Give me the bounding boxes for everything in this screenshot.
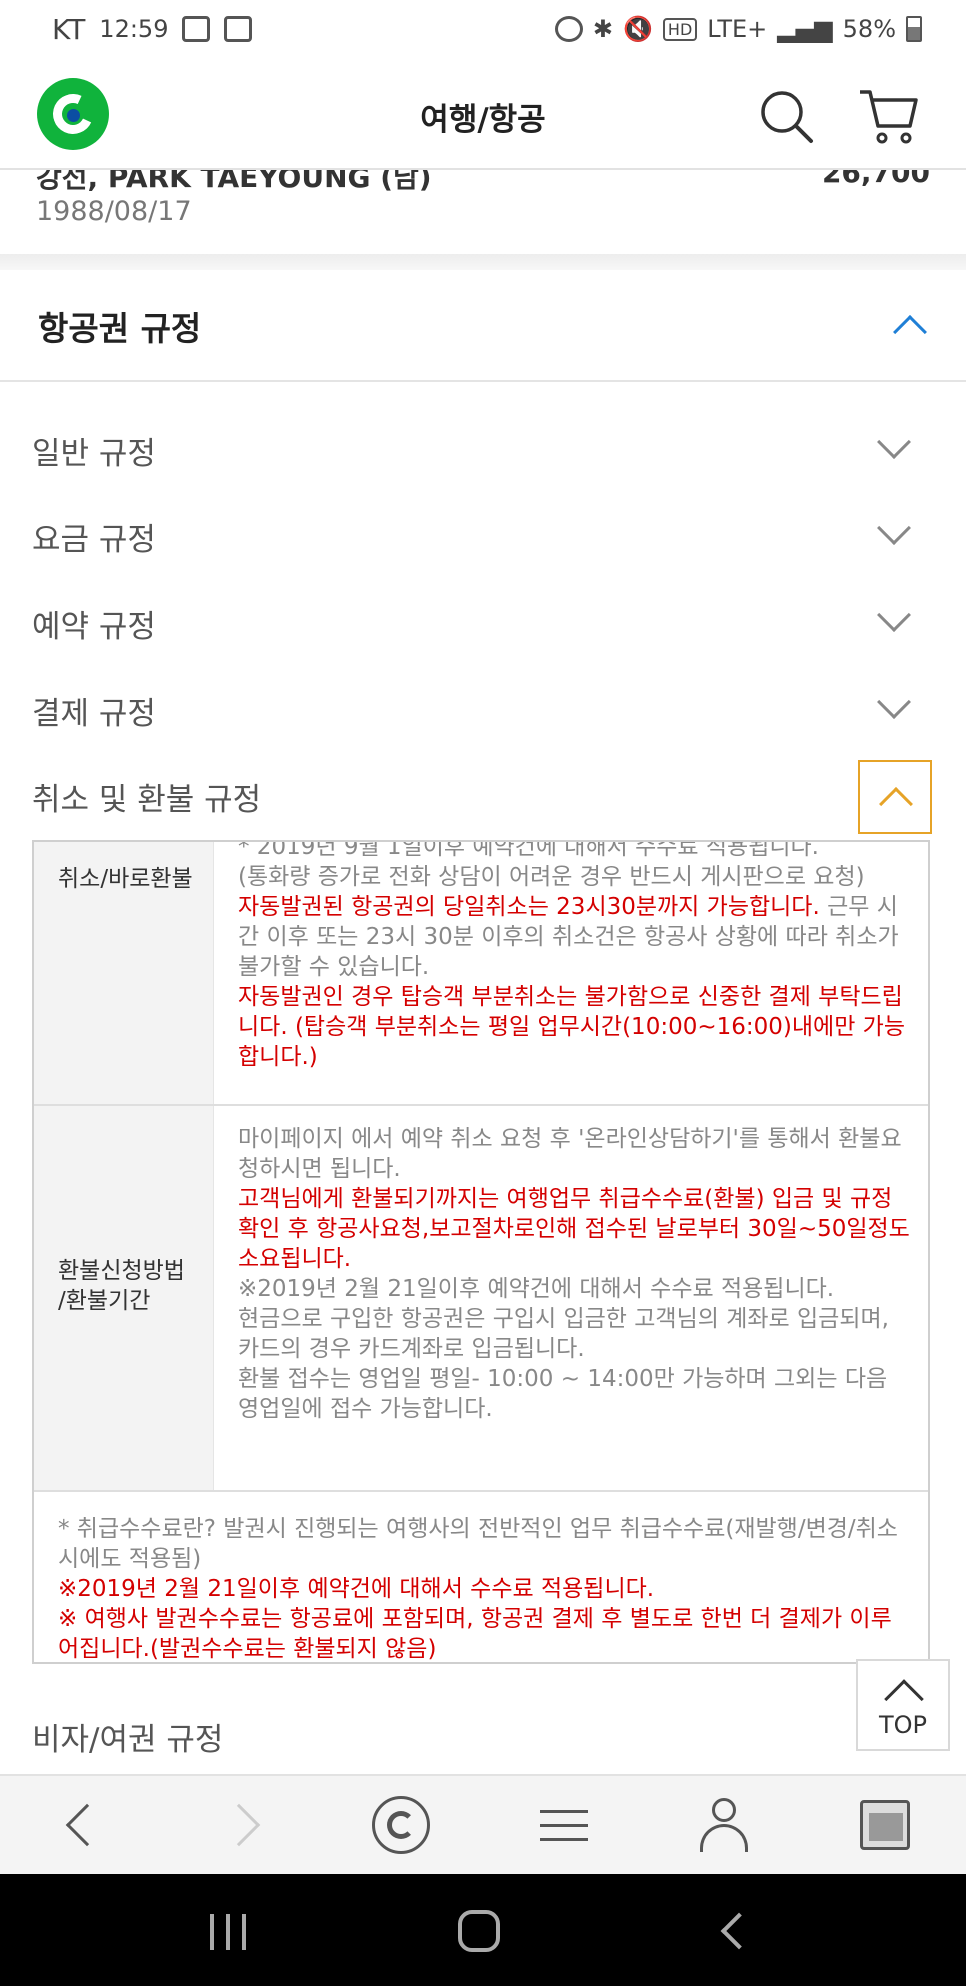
- row-content: * 2019년 9월 1일이후 예약건에 대해서 수수료 적용됩니다. (통화량…: [238, 840, 914, 1072]
- rule-cancel-refund[interactable]: 취소 및 환불 규정: [0, 752, 966, 838]
- menu-button[interactable]: [534, 1796, 594, 1856]
- bluetooth-icon: ✱: [592, 15, 614, 43]
- section-divider: [0, 254, 966, 270]
- system-back-button[interactable]: [720, 1912, 758, 1950]
- chevron-down-icon[interactable]: [877, 425, 911, 459]
- row-label: 취소/바로환불: [34, 842, 214, 1104]
- passenger-name: 강선, PARK TAEYOUNG (남): [36, 170, 432, 194]
- menu-icon-line: [540, 1838, 588, 1841]
- signal-icon: ▂▄▆: [777, 15, 833, 43]
- rule-fare[interactable]: 요금 규정: [0, 492, 966, 578]
- passenger-dob: 1988/08/17: [36, 196, 192, 227]
- row-label-text: 환불신청방법 /환불기간: [58, 1258, 185, 1314]
- chevron-down-icon[interactable]: [877, 511, 911, 545]
- my-page-button[interactable]: [694, 1796, 754, 1856]
- chevron-down-icon[interactable]: [877, 598, 911, 632]
- warning-text: 자동발권된 항공권의 당일취소는 23시30분까지 가능합니다.: [238, 894, 820, 920]
- chevron-up-icon[interactable]: [893, 315, 927, 349]
- info-text: 현금으로 구입한 항공권은 구입시 입금한 고객님의 계좌로 입금되며, 카드의…: [238, 1306, 889, 1362]
- info-text: ※2019년 2월 21일이후 예약건에 대해서 수수료 적용됩니다.: [238, 1276, 835, 1302]
- back-button[interactable]: [54, 1796, 114, 1856]
- chevron-up-icon: [879, 787, 913, 821]
- info-text: 마이페이지 에서 예약 취소 요청 후 '온라인상담하기'를 통해서 환불요청하…: [238, 1126, 902, 1182]
- text-line: (통화량 증가로 전화 상담이 어려운 경우 반드시 게시판으로 요청): [238, 864, 865, 890]
- system-nav-bar: [0, 1874, 966, 1986]
- recents-icon: [210, 1914, 214, 1950]
- text-paragraph: 자동발권된 항공권의 당일취소는 23시30분까지 가능합니다. 근무 시간 이…: [238, 892, 914, 982]
- warning-text: ※2019년 2월 21일이후 예약건에 대해서 수수료 적용됩니다.: [58, 1576, 655, 1602]
- gmarket-home-icon: [372, 1796, 430, 1854]
- warning-text: ※ 여행사 발권수수료는 항공료에 포함되며, 항공권 결제 후 별도로 한번 …: [58, 1606, 892, 1662]
- refund-rules-table: 취소/바로환불 * 2019년 9월 1일이후 예약건에 대해서 수수료 적용됩…: [32, 840, 930, 1664]
- user-icon: [712, 1798, 736, 1822]
- chevron-right-icon: [217, 1803, 261, 1847]
- home-button[interactable]: [372, 1796, 432, 1856]
- recents-icon-bar: [226, 1914, 230, 1950]
- text-line: * 2019년 9월 1일이후 예약건에 대해서 수수료 적용됩니다.: [238, 840, 819, 860]
- row-label-text: 취소/바로환불: [58, 866, 193, 892]
- recents-icon-bar: [242, 1914, 246, 1950]
- table-row: 환불신청방법 /환불기간 마이페이지 에서 예약 취소 요청 후 '온라인상담하…: [34, 1106, 928, 1492]
- alarm-icon: [554, 16, 583, 42]
- search-icon[interactable]: [758, 88, 814, 144]
- clock: 12:59: [99, 15, 169, 43]
- collapse-button[interactable]: [858, 760, 932, 834]
- rule-label: 요금 규정: [32, 522, 156, 558]
- app-header: 여행/항공: [0, 58, 966, 170]
- network-label: LTE+: [707, 15, 768, 43]
- passenger-price: 26,700: [821, 170, 930, 189]
- forward-button[interactable]: [216, 1796, 276, 1856]
- cart-icon[interactable]: [858, 86, 920, 146]
- hd-icon: HD: [662, 17, 698, 41]
- chevron-left-icon: [65, 1803, 109, 1847]
- rule-label: 일반 규정: [32, 436, 156, 472]
- rule-payment[interactable]: 결제 규정: [0, 666, 966, 752]
- info-text: * 취급수수료란? 발권시 진행되는 여행사의 전반적인 업무 취급수수료(재발…: [58, 1516, 898, 1572]
- fare-rules-header[interactable]: 항공권 규정: [0, 270, 966, 382]
- row-label: 환불신청방법 /환불기간: [34, 1106, 214, 1490]
- tabs-icon: [860, 1800, 910, 1850]
- rule-label: 결제 규정: [32, 696, 156, 732]
- rule-label: 비자/여권 규정: [32, 1722, 224, 1758]
- rule-label: 취소 및 환불 규정: [32, 782, 262, 818]
- browser-toolbar: [0, 1774, 966, 1874]
- battery-icon: [906, 16, 922, 42]
- mute-icon: 🔇: [623, 15, 653, 43]
- chevron-down-icon[interactable]: [877, 685, 911, 719]
- battery-label: 58%: [842, 15, 896, 43]
- status-bar: KT 12:59 ✱ 🔇 HD LTE+ ▂▄▆ 58%: [0, 0, 966, 58]
- clock-app-icon: [224, 16, 253, 42]
- passenger-item: 강선, PARK TAEYOUNG (남) 26,700 1988/08/17: [0, 170, 966, 254]
- rule-label: 예약 규정: [32, 609, 156, 645]
- tabs-button[interactable]: [856, 1796, 916, 1856]
- page-title: 여행/항공: [420, 102, 546, 138]
- menu-icon-line: [540, 1824, 588, 1827]
- system-home-button[interactable]: [458, 1910, 500, 1952]
- row-content: 마이페이지 에서 예약 취소 요청 후 '온라인상담하기'를 통해서 환불요청하…: [238, 1124, 914, 1424]
- warning-text: 고객님에게 환불되기까지는 여행업무 취급수수료(환불) 입금 및 규정 확인 …: [238, 1186, 910, 1272]
- table-row: 취소/바로환불 * 2019년 9월 1일이후 예약건에 대해서 수수료 적용됩…: [34, 842, 928, 1106]
- section-title: 항공권 규정: [38, 309, 202, 348]
- rule-general[interactable]: 일반 규정: [0, 406, 966, 492]
- recents-button[interactable]: [206, 1914, 250, 1950]
- menu-icon: [540, 1810, 588, 1813]
- warning-text: 자동발권인 경우 탑승객 부분취소는 불가함으로 신중한 결제 부탁드립니다. …: [238, 984, 905, 1070]
- info-text: 환불 접수는 영업일 평일- 10:00 ~ 14:00만 가능하며 그외는 다…: [238, 1366, 888, 1422]
- rule-visa-passport[interactable]: 비자/여권 규정: [0, 1694, 966, 1774]
- top-label: TOP: [878, 1711, 928, 1739]
- fee-note: * 취급수수료란? 발권시 진행되는 여행사의 전반적인 업무 취급수수료(재발…: [34, 1492, 928, 1662]
- rule-reservation[interactable]: 예약 규정: [0, 579, 966, 665]
- user-icon-body: [700, 1824, 748, 1852]
- gallery-icon: [182, 16, 211, 42]
- scroll-top-button[interactable]: TOP: [856, 1659, 950, 1751]
- carrier-label: KT: [52, 12, 86, 46]
